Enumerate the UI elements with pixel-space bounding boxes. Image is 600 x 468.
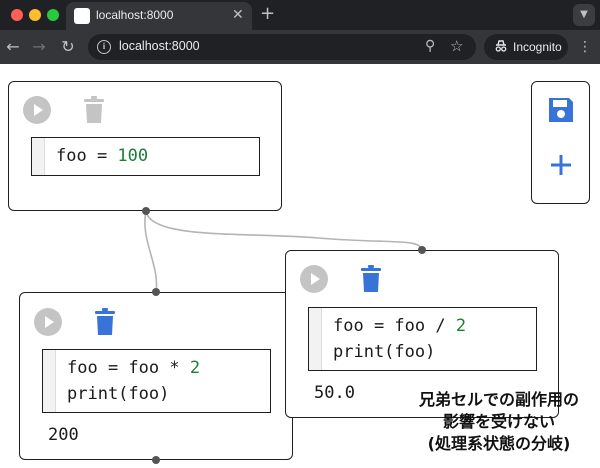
run-button[interactable]	[23, 96, 51, 124]
minimize-window-button[interactable]	[29, 9, 41, 21]
browser-tab-bar: localhost:8000 ✕ + ▼	[0, 0, 600, 30]
code-token: print(foo)	[67, 384, 170, 404]
forward-icon[interactable]: →	[29, 37, 49, 57]
code-token: foo =	[56, 146, 118, 166]
caption-line: (処理系状態の分岐)	[427, 434, 571, 453]
code-editor[interactable]: foo = 100	[31, 137, 260, 176]
close-icon[interactable]: ✕	[232, 7, 244, 23]
zoom-icon[interactable]: ⚲	[425, 38, 435, 54]
browser-tab[interactable]: localhost:8000 ✕	[66, 2, 252, 30]
code-line[interactable]: foo = 100	[56, 143, 148, 169]
incognito-badge[interactable]: Incognito	[484, 34, 568, 60]
code-editor[interactable]: foo = foo / 2 print(foo)	[308, 307, 537, 371]
code-token: foo = foo *	[67, 358, 190, 378]
incognito-icon	[494, 39, 508, 57]
run-button[interactable]	[300, 265, 328, 293]
cell-output: 50.0	[314, 383, 355, 403]
input-port[interactable]	[152, 288, 160, 296]
wire-cell1-cell2	[144, 210, 158, 293]
editor-gutter	[32, 138, 45, 175]
code-line[interactable]: print(foo)	[67, 381, 200, 407]
favicon	[74, 8, 90, 24]
wire-cell1-cell3	[145, 210, 423, 251]
caption-line: 影響を受けない	[442, 412, 555, 431]
editor-gutter	[43, 350, 56, 412]
trash-icon[interactable]	[94, 308, 116, 336]
code-token: print(foo)	[333, 342, 436, 362]
code-text[interactable]: foo = foo / 2 print(foo)	[333, 313, 466, 365]
annotation-caption: 兄弟セルでの副作用の 影響を受けない (処理系状態の分岐)	[398, 389, 600, 455]
code-text[interactable]: foo = 100	[56, 143, 148, 169]
number-literal: 100	[117, 146, 149, 166]
code-line[interactable]: foo = foo / 2	[333, 313, 466, 339]
address-bar[interactable]: i localhost:8000 ⚲ ☆	[88, 34, 476, 60]
tab-search-button[interactable]: ▼	[573, 4, 595, 26]
plus-icon[interactable]: +	[260, 5, 275, 23]
run-button[interactable]	[34, 308, 62, 336]
cell-output: 200	[48, 425, 79, 445]
code-token: foo = foo /	[333, 316, 456, 336]
trash-icon[interactable]	[83, 96, 105, 124]
input-port[interactable]	[418, 246, 426, 254]
info-icon[interactable]: i	[97, 40, 111, 54]
tab-title: localhost:8000	[96, 8, 174, 22]
code-line[interactable]: print(foo)	[333, 339, 466, 365]
side-toolbar	[531, 81, 590, 204]
maximize-window-button[interactable]	[47, 9, 59, 21]
close-window-button[interactable]	[11, 9, 23, 21]
caption-line: 兄弟セルでの副作用の	[418, 390, 579, 409]
code-text[interactable]: foo = foo * 2 print(foo)	[67, 355, 200, 407]
browser-toolbar: ← → ↻ i localhost:8000 ⚲ ☆ Incognito ⋮	[0, 30, 600, 64]
menu-icon[interactable]: ⋮	[578, 37, 592, 57]
number-literal: 2	[455, 316, 467, 336]
output-port[interactable]	[142, 207, 150, 215]
code-editor[interactable]: foo = foo * 2 print(foo)	[42, 349, 271, 413]
reload-icon[interactable]: ↻	[58, 37, 78, 57]
editor-gutter	[309, 308, 322, 370]
incognito-label: Incognito	[513, 40, 562, 54]
output-port[interactable]	[152, 456, 160, 464]
code-cell[interactable]: foo = foo * 2 print(foo) 200	[19, 292, 293, 460]
trash-icon[interactable]	[360, 265, 382, 293]
add-icon[interactable]	[550, 154, 572, 176]
code-cell[interactable]: foo = 100	[8, 81, 282, 211]
save-icon[interactable]	[547, 96, 575, 124]
back-icon[interactable]: ←	[3, 37, 23, 57]
url-text[interactable]: localhost:8000	[119, 39, 200, 53]
star-icon[interactable]: ☆	[450, 37, 463, 55]
number-literal: 2	[189, 358, 201, 378]
code-line[interactable]: foo = foo * 2	[67, 355, 200, 381]
